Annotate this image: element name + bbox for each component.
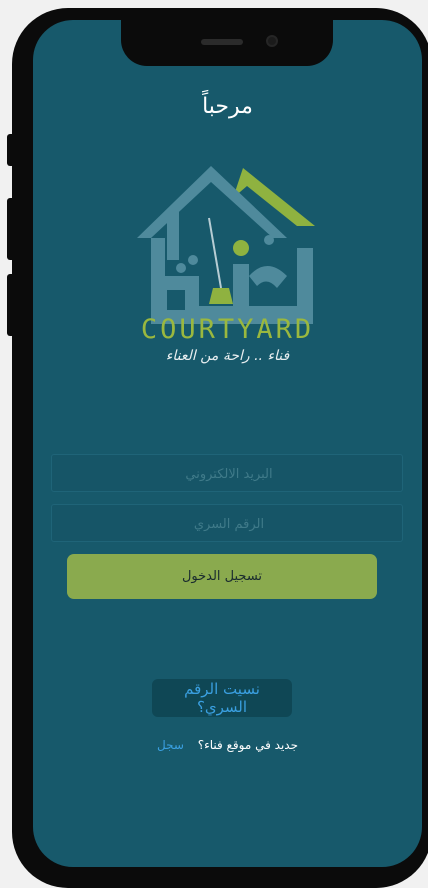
brand-tagline: فناء .. راحة من العناء xyxy=(165,348,290,364)
signup-prompt: جديد في موقع فناء؟ سجل xyxy=(33,738,422,752)
notch xyxy=(121,20,333,66)
volume-down-button xyxy=(7,274,13,336)
login-button[interactable]: تسجيل الدخول xyxy=(67,554,377,599)
signup-link[interactable]: سجل xyxy=(157,738,184,752)
password-input[interactable] xyxy=(52,505,406,543)
forgot-password-button[interactable]: نسيت الرقم السري؟ xyxy=(152,679,292,717)
email-input[interactable] xyxy=(52,455,406,493)
email-field[interactable] xyxy=(51,454,406,493)
welcome-title: مرحباً xyxy=(202,94,253,119)
speaker xyxy=(201,39,243,45)
app-screen: مرحباً COURTYARD فناء .. راحة من العناء xyxy=(33,20,422,867)
courtyard-logo-icon xyxy=(137,166,315,324)
volume-up-button xyxy=(7,198,13,260)
password-field[interactable] xyxy=(51,504,406,543)
brand-name: COURTYARD xyxy=(140,314,315,345)
new-user-text: جديد في موقع فناء؟ xyxy=(197,738,299,752)
phone-frame: مرحباً COURTYARD فناء .. راحة من العناء xyxy=(7,8,428,888)
mute-switch xyxy=(7,134,13,166)
camera-icon xyxy=(266,35,278,47)
